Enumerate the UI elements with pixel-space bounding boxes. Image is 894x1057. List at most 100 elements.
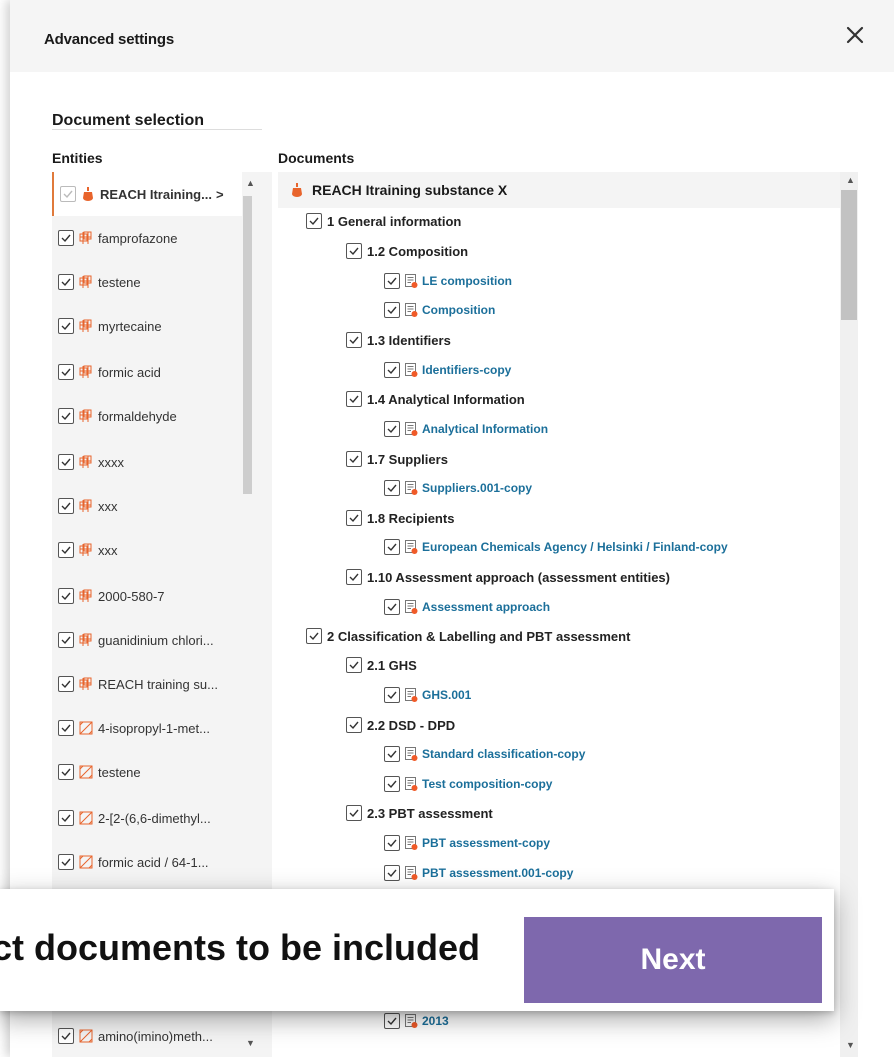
document-row[interactable]: PBT assessment.001-copy [384,862,573,884]
document-link[interactable]: Standard classification-copy [422,747,585,761]
document-row[interactable]: LE composition [384,270,512,292]
entities-scroll-down-icon[interactable]: ▼ [246,1038,255,1048]
document-checkbox[interactable] [384,776,400,792]
entity-row[interactable]: amino(imino)meth... [52,1014,242,1057]
document-checkbox[interactable] [384,421,400,437]
document-link[interactable]: Assessment approach [422,600,550,614]
section-row[interactable]: 2 Classification & Labelling and PBT ass… [306,625,630,647]
entity-row[interactable]: 2000-580-7 [52,574,242,618]
entity-row[interactable]: guanidinium chlori... [52,618,242,662]
document-checkbox[interactable] [346,805,362,821]
document-link[interactable]: Suppliers.001-copy [422,481,532,495]
close-icon[interactable] [844,24,866,46]
document-checkbox[interactable] [384,302,400,318]
entity-checkbox[interactable] [58,542,74,558]
section-row[interactable]: 1.4 Analytical Information [346,388,525,410]
entity-row[interactable]: testene [52,750,242,794]
document-link[interactable]: Composition [422,303,495,317]
entities-scrollbar[interactable] [243,196,252,494]
entity-row[interactable]: REACH training su... [52,662,242,706]
document-checkbox[interactable] [384,273,400,289]
document-link[interactable]: GHS.001 [422,688,471,702]
document-row[interactable]: Assessment approach [384,596,550,618]
section-row[interactable]: 1.7 Suppliers [346,448,448,470]
section-row[interactable]: 1.3 Identifiers [346,329,451,351]
documents-scroll-down-icon[interactable]: ▼ [846,1040,855,1050]
document-link[interactable]: Identifiers-copy [422,363,511,377]
document-link[interactable]: Test composition-copy [422,777,552,791]
section-row[interactable]: 1.8 Recipients [346,507,454,529]
entities-scroll-up-icon[interactable]: ▲ [246,178,255,188]
document-checkbox[interactable] [384,835,400,851]
section-row[interactable]: 2.3 PBT assessment [346,802,493,824]
document-checkbox[interactable] [384,687,400,703]
document-row[interactable]: Test composition-copy [384,773,552,795]
document-checkbox[interactable] [306,628,322,644]
document-row[interactable]: Standard classification-copy [384,743,585,765]
entity-checkbox[interactable] [58,454,74,470]
documents-root-row[interactable]: REACH Itraining substance X [278,172,840,208]
entity-checkbox[interactable] [58,318,74,334]
documents-scroll-up-icon[interactable]: ▲ [846,175,855,185]
document-link[interactable]: LE composition [422,274,512,288]
document-checkbox[interactable] [346,332,362,348]
chevron-right-icon[interactable]: > [216,187,224,202]
document-row[interactable]: Identifiers-copy [384,359,511,381]
document-checkbox[interactable] [346,243,362,259]
entity-row[interactable]: xxxx [52,440,242,484]
entity-row[interactable]: formic acid [52,350,242,394]
entity-checkbox[interactable] [58,588,74,604]
entity-row[interactable]: 4-isopropyl-1-met... [52,706,242,750]
entity-checkbox[interactable] [58,720,74,736]
document-checkbox[interactable] [384,865,400,881]
document-checkbox[interactable] [306,213,322,229]
document-checkbox[interactable] [346,569,362,585]
document-row[interactable]: 2013 [384,1010,449,1032]
section-row[interactable]: 1.10 Assessment approach (assessment ent… [346,566,670,588]
entity-checkbox[interactable] [58,408,74,424]
entity-row[interactable]: famprofazone [52,216,242,260]
entity-row[interactable]: xxx [52,484,242,528]
section-row[interactable]: 1.2 Composition [346,240,468,262]
entity-row[interactable]: myrtecaine [52,304,242,348]
document-checkbox[interactable] [346,451,362,467]
document-row[interactable]: GHS.001 [384,684,471,706]
section-row[interactable]: 2.2 DSD - DPD [346,714,455,736]
entity-checkbox[interactable] [58,364,74,380]
document-link[interactable]: 2013 [422,1014,449,1028]
entity-checkbox[interactable] [58,274,74,290]
entity-checkbox[interactable] [58,632,74,648]
document-checkbox[interactable] [384,362,400,378]
entity-row[interactable]: 2-[2-(6,6-dimethyl... [52,796,242,840]
documents-scrollbar[interactable] [841,190,857,320]
entity-checkbox[interactable] [58,810,74,826]
section-row[interactable]: 1 General information [306,210,461,232]
entity-row[interactable]: formaldehyde [52,394,242,438]
document-checkbox[interactable] [384,480,400,496]
document-checkbox[interactable] [346,717,362,733]
document-row[interactable]: PBT assessment-copy [384,832,550,854]
document-checkbox[interactable] [346,510,362,526]
document-checkbox[interactable] [346,657,362,673]
entity-row[interactable]: testene [52,260,242,304]
next-button[interactable]: Next [524,917,822,1003]
document-link[interactable]: PBT assessment.001-copy [422,866,573,880]
entity-row[interactable]: REACH Itraining... > [52,172,242,216]
entity-row[interactable]: formic acid / 64-1... [52,840,242,884]
entity-checkbox[interactable] [58,498,74,514]
entity-checkbox[interactable] [58,676,74,692]
entity-checkbox[interactable] [58,764,74,780]
document-link[interactable]: Analytical Information [422,422,548,436]
document-row[interactable]: Analytical Information [384,418,548,440]
document-row[interactable]: European Chemicals Agency / Helsinki / F… [384,536,728,558]
entity-checkbox[interactable] [58,230,74,246]
document-row[interactable]: Suppliers.001-copy [384,477,532,499]
document-checkbox[interactable] [346,391,362,407]
entity-row[interactable]: xxx [52,528,242,572]
section-row[interactable]: 2.1 GHS [346,654,417,676]
entity-checkbox[interactable] [58,854,74,870]
document-checkbox[interactable] [384,746,400,762]
document-checkbox[interactable] [384,599,400,615]
document-link[interactable]: PBT assessment-copy [422,836,550,850]
document-checkbox[interactable] [384,539,400,555]
